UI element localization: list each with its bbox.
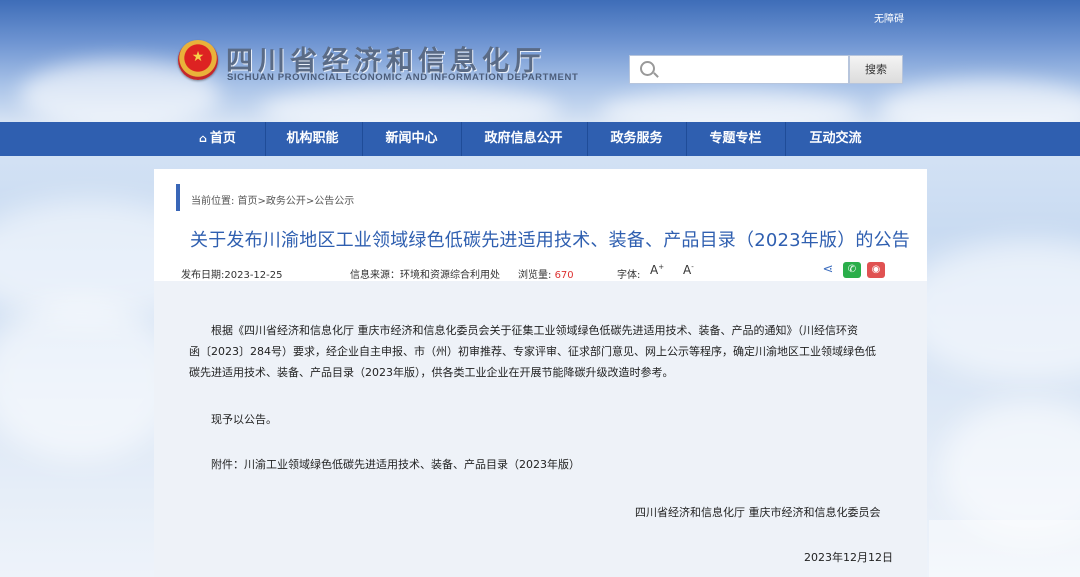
article-body-line-1: 根据《四川省经济和信息化厅 重庆市经济和信息化委员会关于征集工业领域绿色低碳先进… xyxy=(211,324,858,337)
breadcrumb: 当前位置: 首页>政务公开>公告公示 xyxy=(191,196,355,207)
info-source: 信息来源：环境和资源综合利用处 xyxy=(350,270,500,281)
weibo-icon[interactable]: ◉ xyxy=(867,262,885,278)
view-count: 浏览量: 670 xyxy=(518,266,574,281)
national-emblem-logo: ★ xyxy=(178,40,218,80)
publish-date: 发布日期:2023-12-25 xyxy=(181,270,283,281)
font-decrease-button[interactable]: A- xyxy=(683,263,694,277)
nav-home[interactable]: ⌂ 首页 xyxy=(168,122,267,156)
article-announcement: 现予以公告。 xyxy=(211,413,277,426)
article-body-line-3: 碳先进适用技术、装备、产品目录（2023年版），供各类工业企业在开展节能降碳升级… xyxy=(189,366,674,379)
article-title: 关于发布川渝地区工业领域绿色低碳先进适用技术、装备、产品目录（2023年版）的公… xyxy=(190,230,911,251)
article-panel: 当前位置: 首页>政务公开>公告公示 关于发布川渝地区工业领域绿色低碳先进适用技… xyxy=(154,169,927,577)
signature: 四川省经济和信息化厅 重庆市经济和信息化委员会 xyxy=(635,506,881,519)
search-field xyxy=(629,55,849,84)
search-icon xyxy=(640,61,655,76)
home-icon: ⌂ xyxy=(199,132,207,145)
nav-item-interaction[interactable]: 互动交流 xyxy=(786,122,885,156)
nav-item-org-functions[interactable]: 机构职能 xyxy=(263,122,362,156)
sign-date: 2023年12月12日 xyxy=(804,551,893,564)
view-count-value: 670 xyxy=(554,270,574,281)
accessibility-link[interactable]: 无障碍 xyxy=(874,10,904,25)
nav-item-news-center[interactable]: 新闻中心 xyxy=(362,122,461,156)
nav-item-special-topics[interactable]: 专题专栏 xyxy=(686,122,785,156)
site-subtitle: SICHUAN PROVINCIAL ECONOMIC AND INFORMAT… xyxy=(227,72,579,83)
nav-item-gov-services[interactable]: 政务服务 xyxy=(587,122,686,156)
wechat-icon[interactable]: ✆ xyxy=(843,262,861,278)
search-button[interactable]: 搜索 xyxy=(849,55,903,84)
font-increase-button[interactable]: A+ xyxy=(650,263,664,277)
font-decrease-label: A xyxy=(683,263,692,277)
search-input[interactable] xyxy=(662,60,846,81)
nav-item-gov-info[interactable]: 政府信息公开 xyxy=(474,122,573,156)
font-increase-label: A xyxy=(650,263,659,277)
nav-home-label: 首页 xyxy=(209,131,236,146)
article-body-line-2: 函〔2023〕284号）要求，经企业自主申报、市（州）初审推荐、专家评审、征求部… xyxy=(189,345,876,358)
attachment-link[interactable]: 附件：川渝工业领域绿色低碳先进适用技术、装备、产品目录（2023年版） xyxy=(189,454,894,475)
view-count-label: 浏览量: xyxy=(518,270,552,281)
breadcrumb-marker xyxy=(176,184,180,211)
main-nav: ⌂ 首页 机构职能 新闻中心 政府信息公开 政务服务 专题专栏 互动交流 xyxy=(0,122,1080,156)
font-size-label: 字体: xyxy=(617,270,641,281)
share-icon[interactable]: ⋖ xyxy=(819,262,837,278)
